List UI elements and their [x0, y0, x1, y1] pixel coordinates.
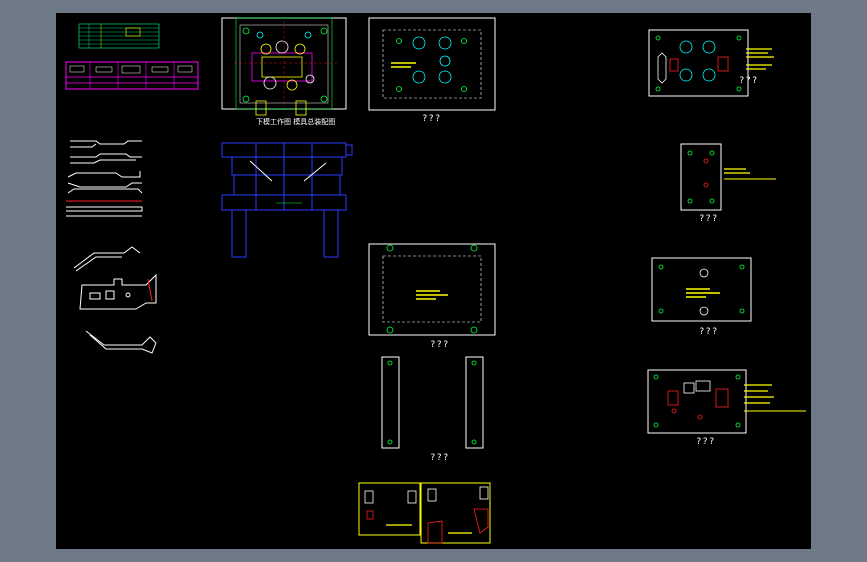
lower-die-plate — [368, 243, 496, 336]
viewport-frame: 下模工作图 模具总装配图 ??? ??? ??? ??? ??? ??? ??? — [0, 0, 867, 562]
die-plate-caption: ??? — [699, 327, 719, 337]
stripper-plate-caption: ??? — [699, 214, 719, 224]
die-support-bars — [381, 356, 484, 449]
strip-layout-profiles — [66, 140, 143, 217]
die-plate-right — [651, 257, 752, 322]
cad-drawing-svg — [65, 17, 806, 544]
backing-plate-right — [647, 369, 806, 434]
backing-plate-caption: ??? — [696, 437, 716, 447]
assembly-top-view — [221, 17, 347, 116]
punch-holder-caption: ??? — [739, 76, 759, 86]
bent-part-1 — [73, 246, 141, 272]
upper-die-plate — [368, 17, 496, 111]
upper-die-plate-caption: ??? — [422, 114, 442, 124]
assembly-caption: 下模工作图 模具总装配图 — [256, 118, 336, 126]
lower-die-plate-caption: ??? — [430, 340, 450, 350]
bars-caption: ??? — [430, 453, 450, 463]
cad-model-space[interactable]: 下模工作图 模具总装配图 ??? ??? ??? ??? ??? ??? ??? — [56, 13, 811, 549]
parts-list-magenta — [65, 61, 199, 90]
die-insert-detail — [79, 273, 157, 310]
bottom-detail-sheets — [358, 482, 491, 544]
title-block-table — [78, 23, 160, 49]
stripper-plate — [680, 143, 776, 211]
bent-part-2 — [85, 330, 157, 354]
punch-holder-plate — [648, 29, 774, 97]
assembly-front-view — [221, 142, 353, 258]
